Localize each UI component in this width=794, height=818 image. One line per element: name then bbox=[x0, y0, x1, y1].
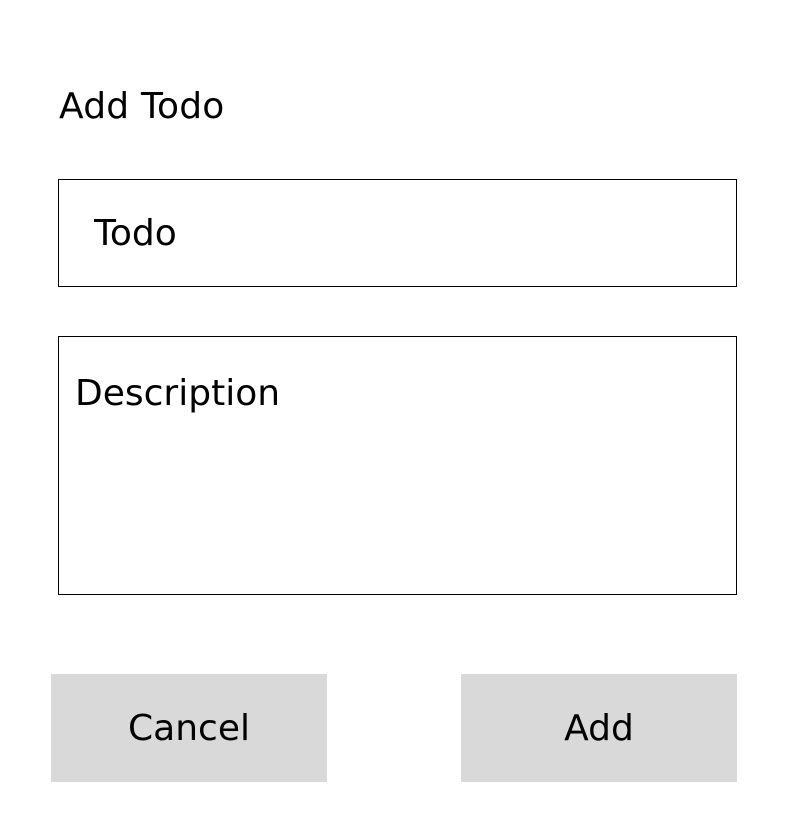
todo-input[interactable] bbox=[58, 179, 737, 287]
add-todo-dialog: Add Todo Cancel Add bbox=[0, 0, 794, 818]
dialog-title: Add Todo bbox=[59, 86, 225, 127]
cancel-button[interactable]: Cancel bbox=[51, 674, 327, 782]
description-textarea[interactable] bbox=[58, 336, 737, 595]
add-button[interactable]: Add bbox=[461, 674, 737, 782]
